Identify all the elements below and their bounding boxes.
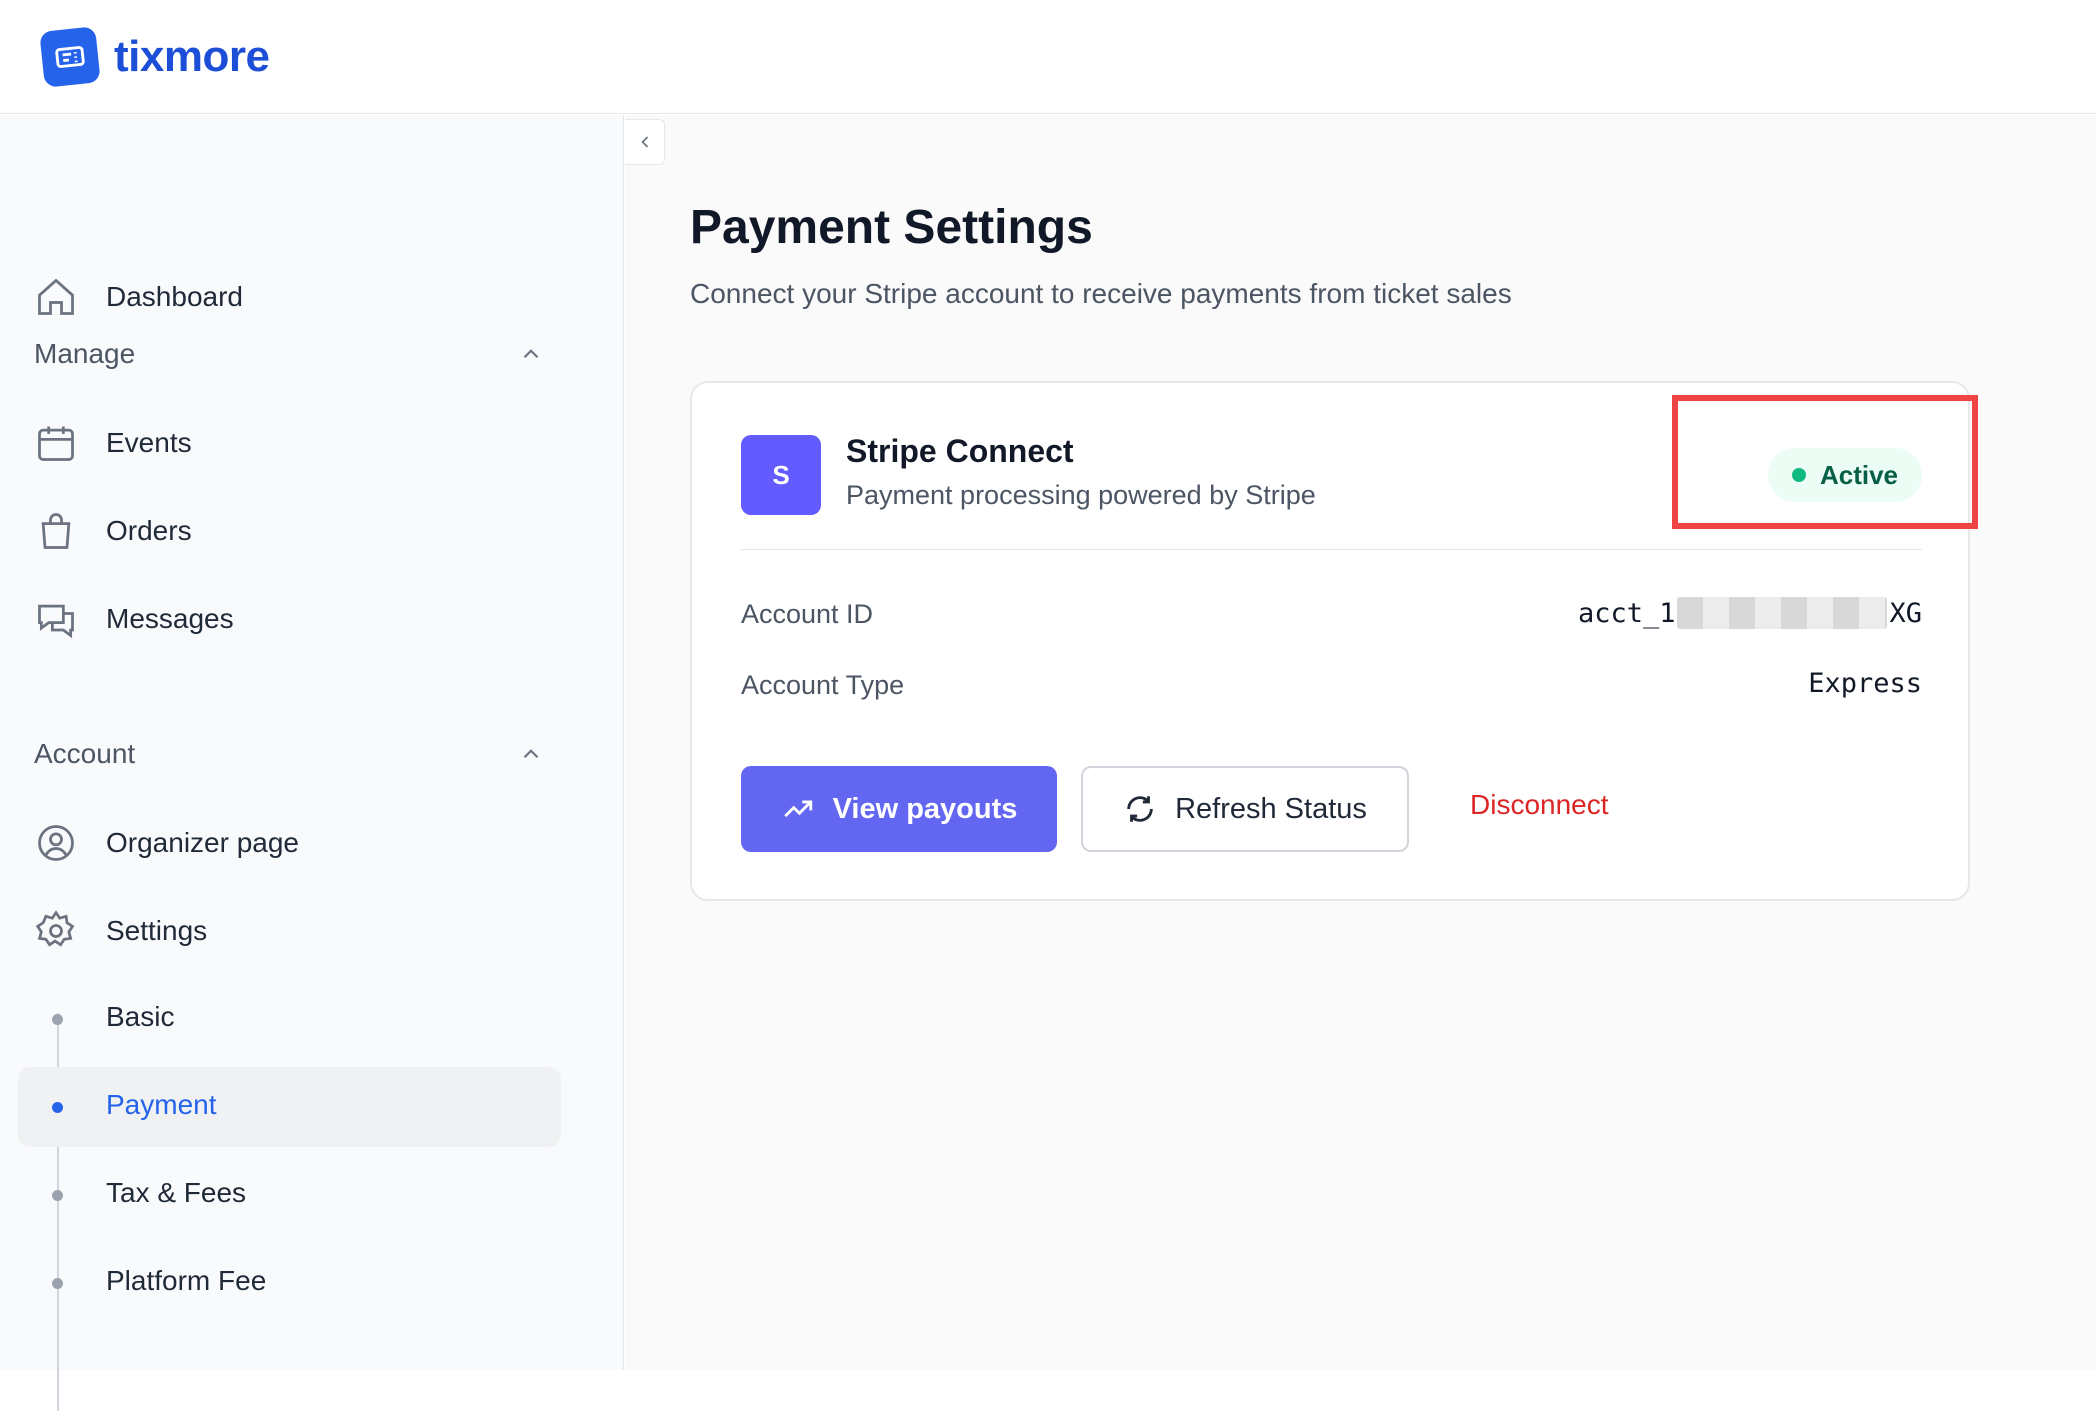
sidebar-sub-label: Basic	[106, 1001, 175, 1032]
sidebar-item-orders[interactable]: Orders	[18, 491, 561, 571]
sidebar-sub-platform-fee[interactable]: Platform Fee	[18, 1243, 561, 1323]
brand-name[interactable]: tixmore	[114, 32, 270, 82]
bullet-icon	[52, 1014, 63, 1025]
sidebar-sub-tax-fees[interactable]: Tax & Fees	[18, 1155, 561, 1235]
card-subtitle: Payment processing powered by Stripe	[846, 480, 1316, 510]
gear-icon	[35, 910, 75, 947]
user-circle-icon	[38, 825, 74, 861]
sidebar-item-label: Dashboard	[106, 281, 243, 312]
account-id-suffix: XG	[1889, 597, 1922, 629]
sidebar-item-label: Orders	[106, 515, 192, 546]
sidebar-item-organizer-page[interactable]: Organizer page	[18, 803, 561, 883]
bullet-icon	[52, 1102, 63, 1113]
annotation-highlight-box	[1672, 395, 1978, 529]
sidebar-item-label: Settings	[106, 915, 208, 946]
ticket-logo-icon[interactable]	[39, 25, 101, 88]
sidebar-sub-payment[interactable]: Payment	[18, 1067, 561, 1147]
sidebar-item-label: Events	[106, 427, 192, 458]
stripe-logo-icon: S	[741, 435, 821, 515]
account-id-label: Account ID	[741, 599, 874, 629]
shopping-bag-icon	[41, 513, 71, 549]
top-bar: tixmore	[0, 0, 2096, 114]
view-payouts-button[interactable]: View payouts	[741, 766, 1057, 852]
bullet-icon	[52, 1278, 63, 1289]
main-content: Payment Settings Connect your Stripe acc…	[625, 115, 2096, 1370]
account-id-value: acct_1 XG	[1578, 597, 1922, 629]
section-heading: Manage	[34, 338, 136, 369]
account-id-prefix: acct_1	[1577, 597, 1676, 629]
disconnect-button[interactable]: Disconnect	[1470, 789, 1609, 821]
button-label: View payouts	[832, 792, 1018, 825]
trending-up-icon	[783, 800, 812, 818]
bullet-icon	[52, 1190, 63, 1201]
sidebar-item-events[interactable]: Events	[18, 403, 561, 483]
account-type-label: Account Type	[741, 670, 905, 700]
collapse-sidebar-button[interactable]	[625, 119, 665, 165]
sidebar-item-messages[interactable]: Messages	[18, 579, 561, 659]
page-title: Payment Settings	[690, 201, 1093, 254]
home-icon	[38, 278, 74, 315]
chevron-up-icon	[523, 349, 539, 359]
sidebar-sub-label: Platform Fee	[106, 1265, 267, 1296]
page-subtitle: Connect your Stripe account to receive p…	[690, 278, 1512, 309]
card-title: Stripe Connect	[846, 433, 1074, 469]
chevron-left-icon	[640, 136, 648, 148]
sidebar-sub-label: Tax & Fees	[106, 1177, 247, 1208]
button-label: Refresh Status	[1175, 792, 1367, 825]
chevron-up-icon	[523, 749, 539, 759]
section-heading: Account	[34, 738, 136, 769]
divider	[741, 549, 1922, 550]
calendar-icon	[38, 426, 74, 461]
sidebar-item-label: Messages	[106, 603, 234, 634]
section-account-toggle[interactable]: Account	[34, 729, 544, 779]
redacted-block	[1677, 597, 1888, 629]
sidebar-item-label: Organizer page	[106, 827, 300, 858]
refresh-icon	[1127, 796, 1153, 822]
sidebar-item-settings[interactable]: Settings	[18, 891, 561, 971]
sidebar-sub-label: Payment	[106, 1089, 217, 1120]
sidebar: Dashboard Manage Events Orders Messages …	[0, 115, 624, 1411]
account-type-value: Express	[1808, 668, 1922, 699]
sidebar-sub-basic[interactable]: Basic	[18, 979, 561, 1059]
chat-bubbles-icon	[38, 604, 74, 639]
refresh-status-button[interactable]: Refresh Status	[1081, 766, 1409, 852]
section-manage-toggle[interactable]: Manage	[34, 329, 544, 379]
sidebar-item-dashboard[interactable]: Dashboard	[18, 257, 561, 337]
